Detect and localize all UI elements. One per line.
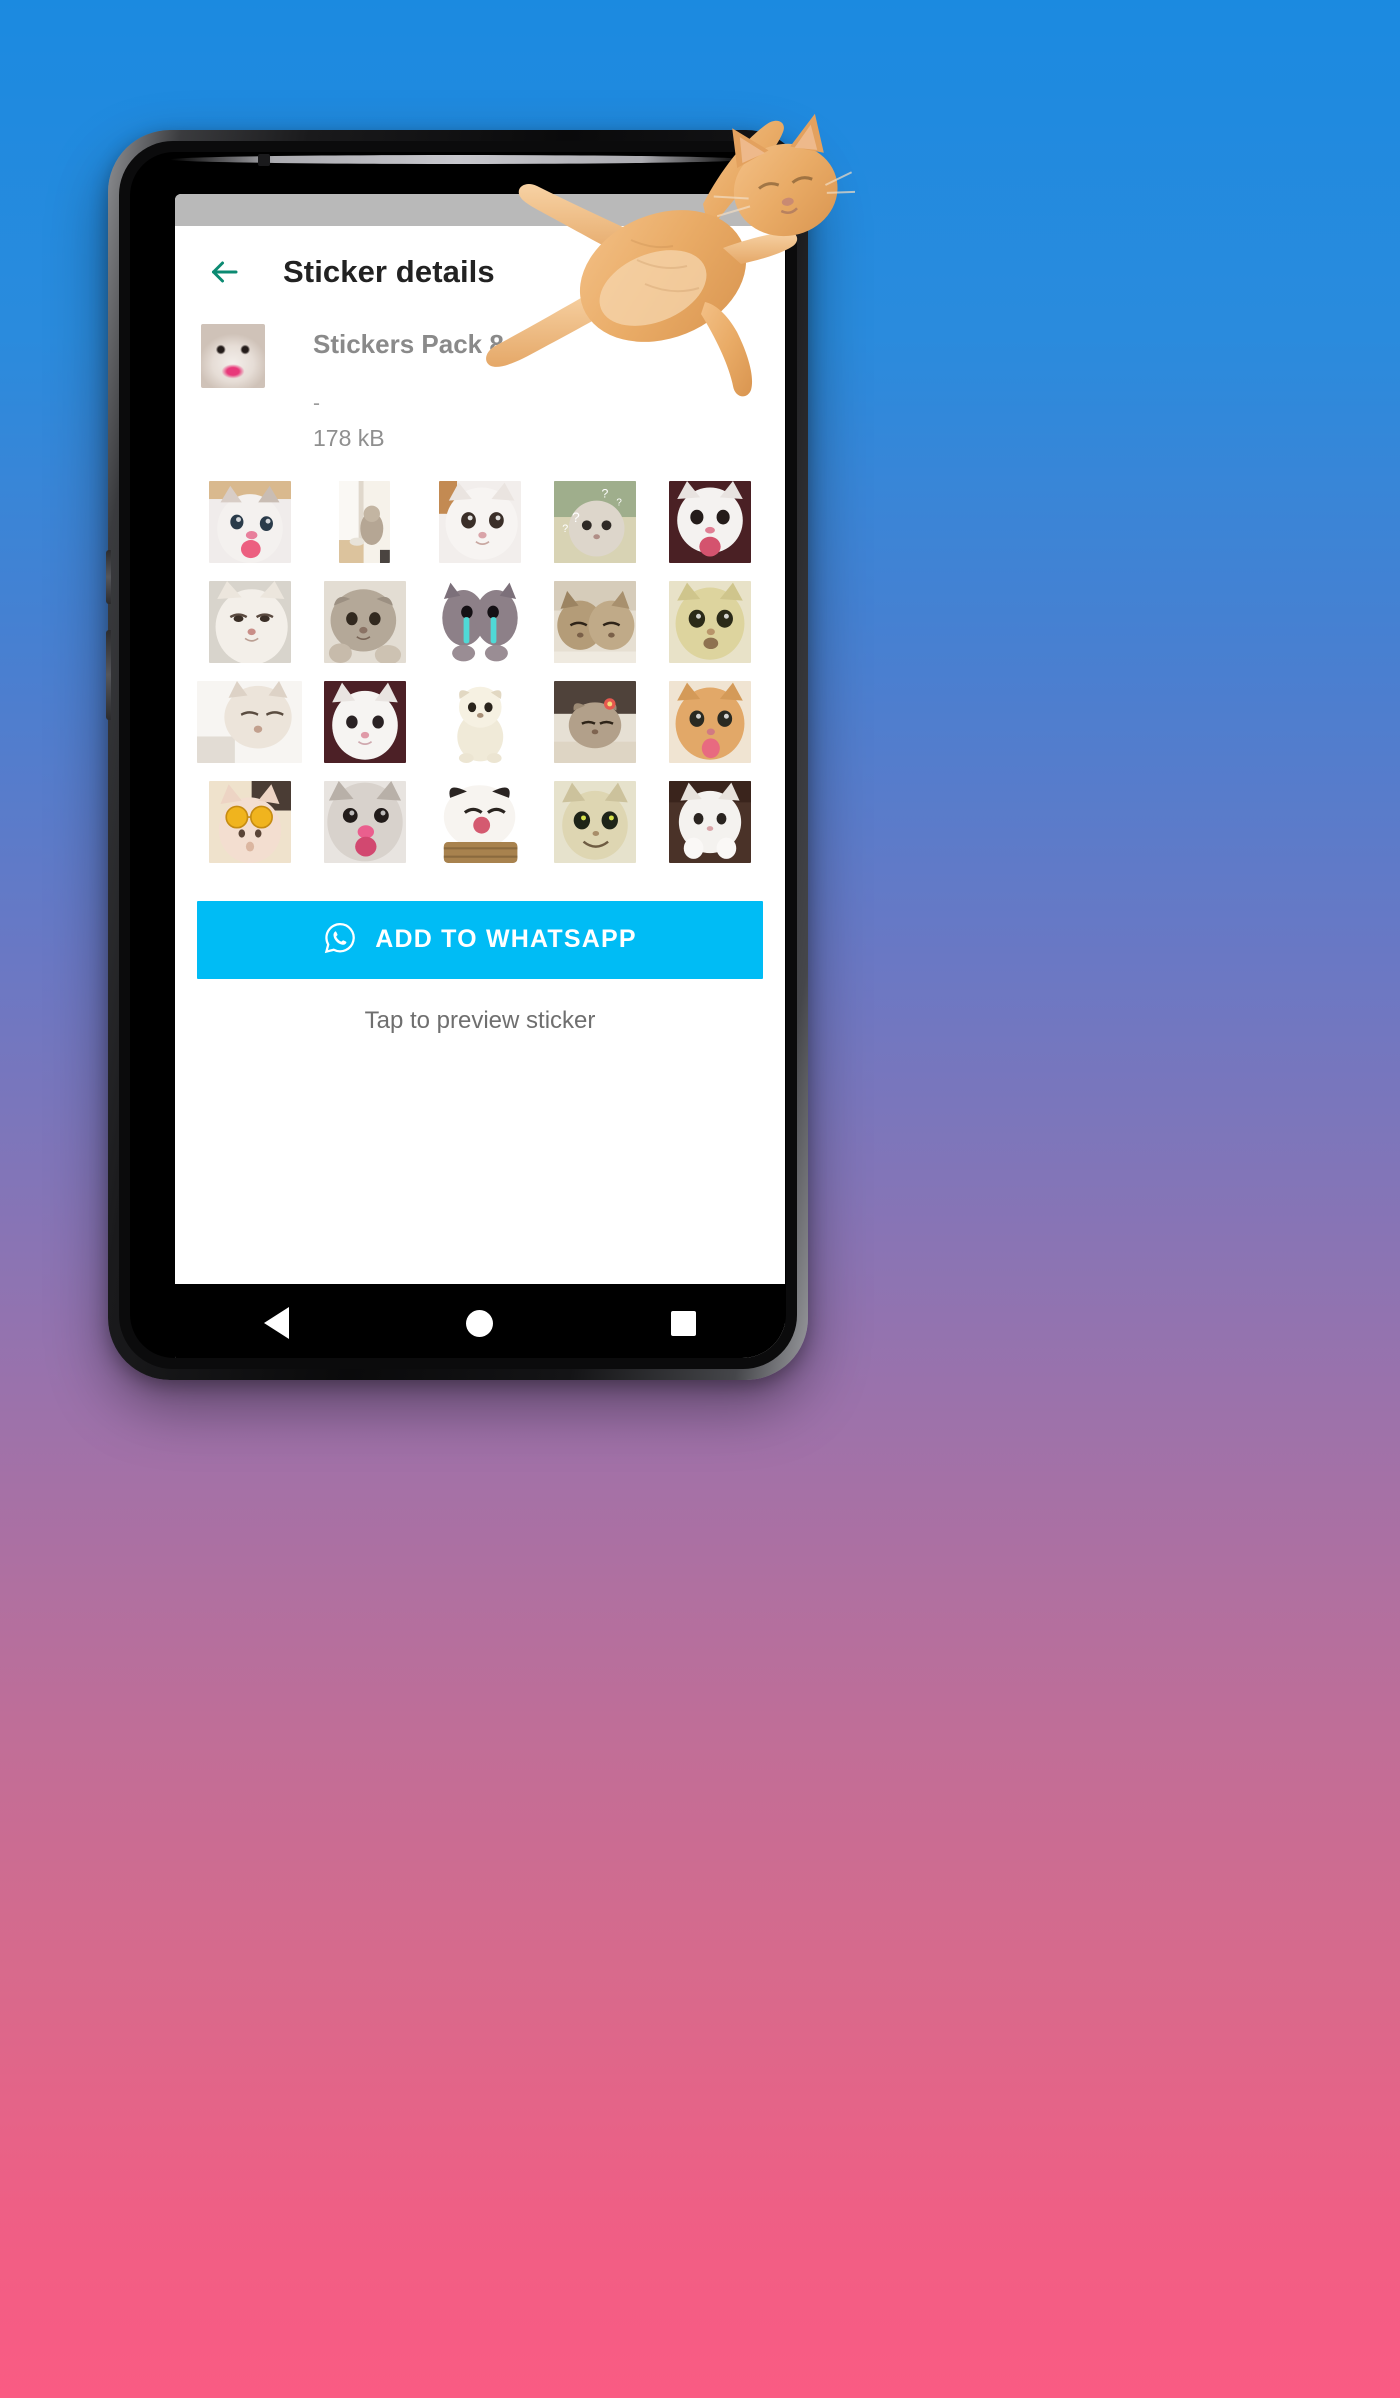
pack-thumbnail [201,324,265,388]
svg-text:?: ? [572,509,580,525]
page-title: Sticker details [283,254,495,289]
app-toolbar: Sticker details [175,226,785,318]
yellow-cat-surprised-icon [669,580,752,663]
svg-text:?: ? [562,523,568,535]
pack-author: - [313,391,320,415]
pack-name: Stickers Pack 8 [313,329,504,359]
add-to-whatsapp-button[interactable]: ADD TO WHATSAPP [197,900,763,979]
app-content-area: Sticker details Stickers Pack 8 - 178 kB [175,226,785,1284]
grey-cat-pink-nose-icon [323,780,406,863]
sticker-item[interactable]: ? ? ? ? [543,480,648,563]
pack-info-row: Stickers Pack 8 - 178 kB [175,318,785,451]
sticker-item[interactable] [427,580,532,663]
cat-in-basket-laughing-icon [427,780,533,863]
pack-metadata: Stickers Pack 8 - 178 kB [313,324,504,451]
device-top-chamfer [170,155,746,164]
nav-recents-button[interactable] [643,1297,723,1349]
sticker-item[interactable] [658,780,763,863]
phone-device-mockup: Sticker details Stickers Pack 8 - 178 kB [106,130,808,1380]
add-to-whatsapp-label: ADD TO WHATSAPP [375,925,637,954]
white-fluffy-kitten-icon [323,680,406,763]
android-navigation-bar [175,1284,785,1358]
device-bezel: Sticker details Stickers Pack 8 - 178 kB [130,152,786,1358]
scottish-fold-grey-icon [323,580,406,663]
square-recents-icon [670,1310,696,1336]
back-button[interactable] [201,249,247,295]
circle-home-icon [466,1309,494,1337]
cat-sitting-doorway-icon [339,480,391,563]
sticker-item[interactable] [197,780,302,863]
sticker-grid: ? ? ? ? [175,480,785,863]
triangle-back-icon [264,1307,290,1339]
svg-text:?: ? [617,497,623,508]
white-cat-big-eyes-icon [438,480,521,563]
flat-face-cat-resting-icon [197,680,303,763]
pack-size: 178 kB [313,424,385,451]
white-kitten-tongue-icon [669,480,752,563]
sticker-item[interactable] [543,580,648,663]
cream-cat-side-eye-icon [208,580,291,663]
sticker-item[interactable] [312,480,417,563]
standing-white-puppy-cat-icon [444,680,516,763]
sticker-item[interactable] [312,680,417,763]
sticker-item[interactable] [427,680,532,763]
device-volume-button[interactable] [106,550,111,604]
phone-screen: Sticker details Stickers Pack 8 - 178 kB [175,194,785,1358]
sticker-item[interactable] [543,780,648,863]
kitten-tongue-out-icon [208,480,291,563]
two-cats-hugging-icon [554,580,637,663]
sticker-item[interactable] [658,580,763,663]
cat-yellow-sunglasses-icon [208,780,291,863]
white-kitten-paws-up-icon [669,780,752,863]
sticker-item[interactable] [197,680,303,763]
status-bar [175,194,785,226]
confused-cat-question-marks-icon: ? ? ? ? [554,480,637,563]
sticker-item[interactable] [427,480,532,563]
cat-with-flower-clip-icon [554,680,637,763]
device-top-notch [258,154,270,166]
nav-back-button[interactable] [237,1297,317,1349]
svg-text:?: ? [602,486,609,500]
sticker-item[interactable] [427,780,533,863]
arrow-left-icon [206,254,242,290]
preview-hint-text: Tap to preview sticker [364,1006,596,1034]
sticker-item[interactable] [312,580,417,663]
sticker-item[interactable] [197,580,302,663]
sticker-item[interactable] [658,680,763,763]
sticker-item[interactable] [312,780,417,863]
cta-container: ADD TO WHATSAPP Tap to preview sticker [175,863,785,1035]
sticker-item[interactable] [197,480,302,563]
orange-kitten-tongue-icon [669,680,752,763]
whatsapp-icon [323,921,357,958]
crying-cat-tears-icon [438,580,521,663]
sticker-item[interactable] [543,680,648,763]
smiling-tabby-cat-icon [554,780,637,863]
device-power-button[interactable] [106,630,111,720]
nav-home-button[interactable] [440,1297,520,1349]
sticker-item[interactable] [658,480,763,563]
